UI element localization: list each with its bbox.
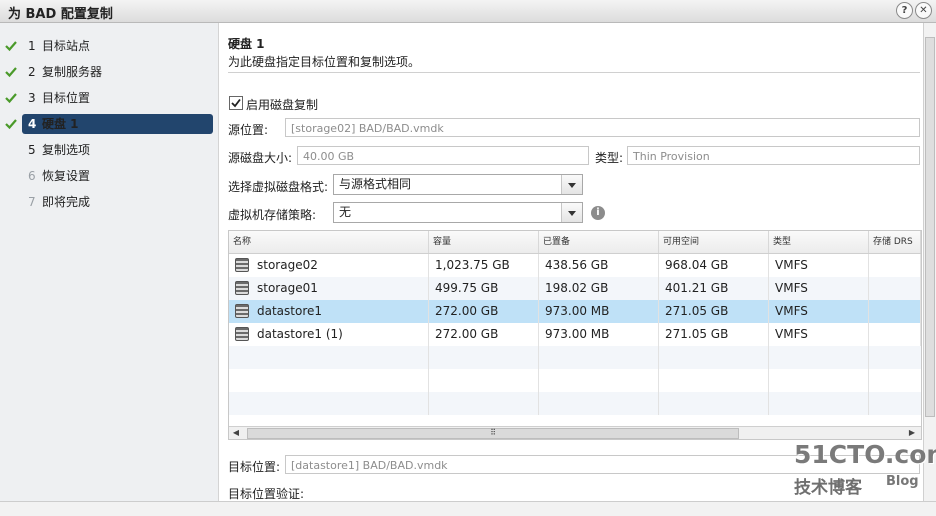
disk-format-select[interactable]: 与源格式相同 [333,174,583,195]
help-button[interactable]: ? [896,2,913,19]
table-row-empty [229,346,921,369]
panel-vertical-scrollbar[interactable] [923,23,936,501]
step-replication-server[interactable]: 2 复制服务器 [22,62,213,82]
wizard-steps-sidebar: 1 目标站点 2 复制服务器 3 目标位置 4 硬盘 1 5 复制选项 6 恢复… [0,23,219,515]
storage-policy-select[interactable]: 无 [333,202,583,223]
step-recovery-settings: 6 恢复设置 [28,169,91,183]
datastore-icon [235,303,249,318]
check-icon [5,93,17,104]
source-location-label: 源位置: [228,123,269,137]
table-row[interactable]: storage02 1,023.75 GB 438.56 GB 968.04 G… [229,254,921,277]
info-icon[interactable]: i [591,206,605,220]
chevron-down-icon[interactable] [561,203,582,222]
enable-disk-replication-label[interactable]: 启用磁盘复制 [246,96,318,113]
watermark-tagline: 技术博客 [794,478,862,498]
page-description: 为此硬盘指定目标位置和复制选项。 [228,55,421,69]
disk-format-label: 选择虚拟磁盘格式: [228,180,329,194]
dialog-titlebar: 为 BAD 配置复制 ? ✕ [0,0,936,23]
header-divider [228,72,920,73]
table-header: 名称 容量 已置备 可用空间 类型 存储 DRS [229,231,921,254]
disk-format-value: 与源格式相同 [339,177,412,191]
column-header-storage-drs[interactable]: 存储 DRS [869,231,921,253]
column-header-name[interactable]: 名称 [229,231,429,253]
storage-policy-label: 虚拟机存储策略: [228,208,317,222]
check-icon [5,41,17,52]
dialog-title: 为 BAD 配置复制 [8,7,113,22]
storage-policy-value: 无 [339,205,352,219]
watermark-logo: 51CTO.com 技术博客 Blog [794,440,936,500]
step-target-location[interactable]: 3 目标位置 [22,88,213,108]
check-icon [5,119,17,130]
disk-type-field: Thin Provision [627,146,920,165]
scroll-left-icon[interactable]: ◀ [229,427,243,439]
datastore-icon [235,326,249,341]
table-row-selected[interactable]: datastore1 272.00 GB 973.00 MB 271.05 GB… [229,300,921,323]
disk-type-label: 类型: [595,151,624,165]
table-row[interactable]: datastore1 (1) 272.00 GB 973.00 MB 271.0… [229,323,921,346]
source-disk-size-label: 源磁盘大小: [228,151,293,165]
table-row-empty [229,369,921,392]
close-button[interactable]: ✕ [915,2,932,19]
table-row[interactable]: storage01 499.75 GB 198.02 GB 401.21 GB … [229,277,921,300]
step-ready-to-complete: 7 即将完成 [28,195,91,209]
target-location-label: 目标位置: [228,460,281,474]
page-title: 硬盘 1 [228,37,265,51]
watermark-site: 51CTO.com [794,440,936,469]
table-row-empty [229,392,921,415]
checkmark-icon [231,98,241,108]
datastore-table: 名称 容量 已置备 可用空间 类型 存储 DRS storage02 1,023… [228,230,922,440]
column-header-type[interactable]: 类型 [769,231,869,253]
watermark-blog: Blog [886,474,919,489]
step-target-site[interactable]: 1 目标站点 [22,36,213,56]
chevron-down-icon[interactable] [561,175,582,194]
datastore-icon [235,280,249,295]
source-location-field: [storage02] BAD/BAD.vmdk [285,118,920,137]
column-header-free-space[interactable]: 可用空间 [659,231,769,253]
scrollbar-thumb[interactable] [925,37,935,417]
check-icon [5,67,17,78]
window-horizontal-scrollbar[interactable] [0,501,936,516]
disk-settings-panel: 硬盘 1 为此硬盘指定目标位置和复制选项。 启用磁盘复制 源位置: [stora… [219,23,923,501]
column-header-provisioned[interactable]: 已置备 [539,231,659,253]
target-validation-label: 目标位置验证: [228,487,305,501]
scroll-right-icon[interactable]: ▶ [905,427,919,439]
column-header-capacity[interactable]: 容量 [429,231,539,253]
grip-icon: ⠿ [490,428,496,437]
table-horizontal-scrollbar[interactable]: ◀ ⠿ ▶ [229,426,921,439]
enable-disk-replication-checkbox[interactable] [229,96,243,110]
datastore-icon [235,257,249,272]
step-replication-options[interactable]: 5 复制选项 [22,140,213,160]
step-hard-disk-1[interactable]: 4 硬盘 1 [22,114,213,134]
source-disk-size-field: 40.00 GB [297,146,589,165]
